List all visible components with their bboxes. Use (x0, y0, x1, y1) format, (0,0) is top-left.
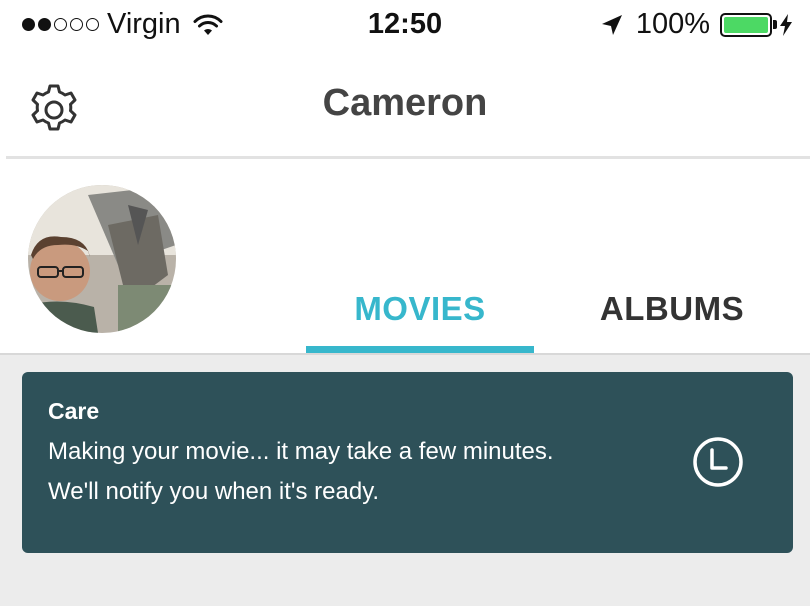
tab-albums[interactable]: ALBUMS (582, 290, 762, 328)
status-right: 100% (600, 8, 792, 41)
battery-body (720, 12, 772, 37)
status-bar: Virgin 12:50 100% (0, 0, 810, 52)
navigation-bar: Cameron (0, 52, 810, 158)
card-message-line2: We'll notify you when it's ready. (48, 478, 380, 505)
tab-movies[interactable]: MOVIES (306, 290, 534, 328)
card-message-line1: Making your movie... it may take a few m… (48, 438, 554, 465)
location-arrow-icon (601, 14, 622, 35)
battery-fill (724, 16, 768, 33)
battery-icon (720, 12, 777, 37)
nav-divider (6, 156, 810, 159)
charging-bolt-icon (780, 13, 792, 36)
page-title: Cameron (322, 82, 488, 124)
avatar-photo (28, 185, 176, 333)
battery-tip (773, 20, 777, 29)
active-tab-indicator (306, 346, 534, 353)
movie-processing-card[interactable]: Care Making your movie... it may take a … (22, 372, 793, 553)
battery-percent: 100% (635, 8, 710, 40)
avatar[interactable] (28, 185, 176, 333)
clock-icon (693, 437, 743, 487)
card-title: Care (48, 398, 100, 424)
